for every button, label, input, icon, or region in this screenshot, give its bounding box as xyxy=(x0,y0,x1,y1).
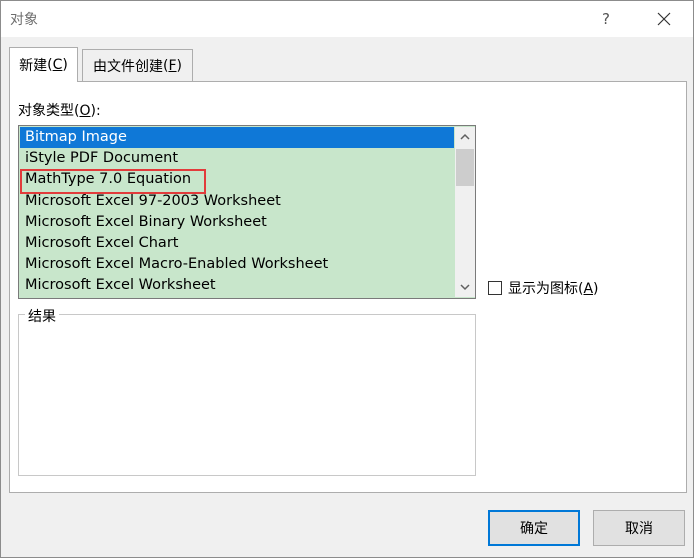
cancel-button[interactable]: 取消 xyxy=(593,510,685,546)
list-item[interactable]: Bitmap Image xyxy=(20,127,454,149)
ok-button[interactable]: 确定 xyxy=(488,510,580,546)
object-dialog: 对象 ? 新建(C) 由文件创建(F) 对象类型(O): Bitmap Imag… xyxy=(0,0,694,558)
scroll-up-button[interactable] xyxy=(455,127,475,147)
list-item[interactable]: Microsoft Excel Macro-Enabled Worksheet xyxy=(20,254,454,275)
list-scrollbar[interactable] xyxy=(455,127,475,297)
scroll-down-button[interactable] xyxy=(455,277,475,297)
tab-create-from-file-label: 由文件创建 xyxy=(93,59,163,75)
tab-create-new-label: 新建 xyxy=(19,58,48,74)
scroll-thumb[interactable] xyxy=(456,149,474,186)
list-item[interactable]: Microsoft Excel Worksheet xyxy=(20,275,454,296)
object-type-label-text: 对象类型 xyxy=(18,103,74,119)
object-type-listbox[interactable]: Bitmap Image iStyle PDF Document MathTyp… xyxy=(18,125,476,299)
help-icon: ? xyxy=(602,10,610,28)
close-button[interactable] xyxy=(644,1,684,37)
display-as-icon-checkbox[interactable] xyxy=(488,281,502,295)
result-label: 结果 xyxy=(25,306,59,326)
tab-create-new[interactable]: 新建(C) xyxy=(9,47,78,82)
display-as-icon-label-text: 显示为图标 xyxy=(508,281,578,297)
list-item[interactable]: MathType 7.0 Equation xyxy=(20,169,454,195)
tab-create-from-file[interactable]: 由文件创建(F) xyxy=(82,49,193,82)
chevron-up-icon xyxy=(460,133,470,140)
list-item[interactable]: Microsoft Excel 97-2003 Worksheet xyxy=(20,191,454,212)
list-item[interactable]: Microsoft Excel Binary Worksheet xyxy=(20,212,454,233)
title-bar: 对象 ? xyxy=(1,1,693,37)
chevron-down-icon xyxy=(460,284,470,291)
dialog-title: 对象 xyxy=(10,12,38,28)
object-type-list: Bitmap Image iStyle PDF Document MathTyp… xyxy=(20,127,454,297)
object-type-label: 对象类型(O): xyxy=(18,103,101,119)
display-as-icon-label: 显示为图标(A) xyxy=(508,281,599,297)
display-as-icon-mnemonic: A xyxy=(583,281,594,297)
list-item[interactable]: iStyle PDF Document xyxy=(20,148,454,169)
tab-create-from-file-mnemonic: F xyxy=(168,58,177,74)
object-type-mnemonic: O xyxy=(79,103,91,119)
result-groupbox xyxy=(18,314,476,476)
close-icon xyxy=(657,12,671,26)
display-as-icon-option[interactable]: 显示为图标(A) xyxy=(488,278,599,298)
help-button[interactable]: ? xyxy=(586,1,626,37)
list-item[interactable]: Microsoft Excel Chart xyxy=(20,233,454,254)
tab-create-new-mnemonic: C xyxy=(52,57,63,73)
